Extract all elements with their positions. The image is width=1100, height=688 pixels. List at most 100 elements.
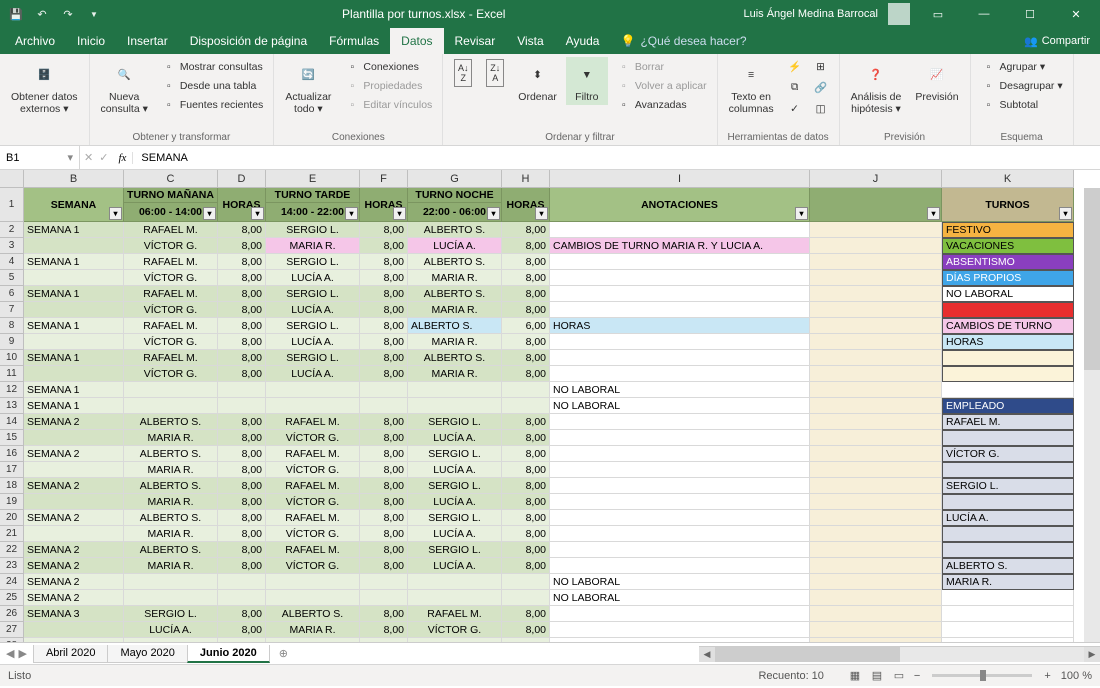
cell[interactable]: ALBERTO S. — [408, 222, 502, 238]
cell[interactable]: 8,00 — [502, 302, 550, 318]
cell[interactable] — [550, 302, 810, 318]
cell[interactable]: 8,00 — [218, 350, 266, 366]
cell[interactable]: SEMANA 1 — [24, 398, 124, 414]
cell[interactable] — [810, 286, 942, 302]
cell[interactable]: 8,00 — [360, 446, 408, 462]
cell[interactable] — [24, 238, 124, 254]
cell[interactable]: VÍCTOR G. — [124, 334, 218, 350]
normal-view-icon[interactable]: ▦ — [844, 667, 866, 685]
cell[interactable]: SEMANA 3 — [24, 606, 124, 622]
zoom-in-icon[interactable]: + — [1040, 670, 1054, 682]
sheet-tab[interactable]: Mayo 2020 — [107, 645, 187, 663]
cell[interactable]: EMPLEADO — [942, 398, 1074, 414]
ribbon-item[interactable]: ▫Desagrupar ▾ — [977, 76, 1067, 95]
ribbon-item[interactable]: ▫Fuentes recientes — [157, 95, 267, 114]
col-head-C[interactable]: C — [124, 170, 218, 188]
validation-button[interactable]: ✓ — [783, 99, 807, 118]
cell[interactable]: SERGIO L. — [266, 254, 360, 270]
cell[interactable] — [942, 542, 1074, 558]
filter-dropdown-icon[interactable]: ▾ — [251, 207, 264, 220]
close-icon[interactable]: ✕ — [1058, 0, 1094, 28]
cell[interactable]: SEMANA 2 — [24, 446, 124, 462]
col-head-D[interactable]: D — [218, 170, 266, 188]
cell[interactable]: 8,00 — [502, 526, 550, 542]
cell[interactable] — [810, 590, 942, 606]
cell[interactable] — [550, 462, 810, 478]
cell[interactable]: SERGIO L. — [124, 638, 218, 642]
cell[interactable] — [266, 398, 360, 414]
cell[interactable]: RAFAEL M. — [266, 542, 360, 558]
cell[interactable] — [360, 590, 408, 606]
cell[interactable]: ALBERTO S. — [124, 510, 218, 526]
filter-dropdown-icon[interactable]: ▾ — [393, 207, 406, 220]
flash-fill-button[interactable]: ⚡ — [783, 57, 807, 76]
ribbon-item[interactable]: ▫Propiedades — [340, 76, 436, 95]
cell[interactable] — [942, 638, 1074, 642]
row-head-6[interactable]: 6 — [0, 286, 24, 302]
ribbon-item[interactable]: ▫Editar vínculos — [340, 95, 436, 114]
tab-disposición-de-página[interactable]: Disposición de página — [179, 28, 318, 54]
cell[interactable]: NO LABORAL — [550, 590, 810, 606]
row-head-1[interactable]: 1 — [0, 188, 24, 222]
forecast-button[interactable]: 📈Previsión — [910, 57, 963, 105]
cell[interactable] — [266, 574, 360, 590]
filter-dropdown-icon[interactable]: ▾ — [1059, 207, 1072, 220]
cell[interactable]: ALBERTO S. — [408, 318, 502, 334]
cell[interactable]: SERGIO L. — [408, 446, 502, 462]
cell[interactable]: 8,00 — [218, 558, 266, 574]
cell[interactable]: 8,00 — [360, 238, 408, 254]
cell[interactable] — [502, 590, 550, 606]
row-head-9[interactable]: 9 — [0, 334, 24, 350]
cell[interactable] — [550, 334, 810, 350]
cell[interactable] — [218, 382, 266, 398]
horizontal-scrollbar[interactable]: ◀ ▶ — [699, 646, 1100, 662]
cell[interactable] — [24, 270, 124, 286]
cell[interactable]: 8,00 — [360, 542, 408, 558]
cell[interactable]: MARIA R. — [124, 494, 218, 510]
row-head-2[interactable]: 2 — [0, 222, 24, 238]
cell[interactable]: SERGIO L. — [266, 222, 360, 238]
cell[interactable]: 8,00 — [218, 638, 266, 642]
row-head-3[interactable]: 3 — [0, 238, 24, 254]
cell[interactable]: 8,00 — [218, 414, 266, 430]
user-avatar[interactable] — [888, 3, 910, 25]
cell[interactable] — [942, 606, 1074, 622]
sort-button[interactable]: ⬍Ordenar — [513, 57, 562, 105]
cell[interactable] — [550, 478, 810, 494]
cell[interactable]: NO LABORAL — [550, 574, 810, 590]
col-head-H[interactable]: H — [502, 170, 550, 188]
refresh-all-button[interactable]: 🔄Actualizar todo ▾ — [280, 57, 336, 117]
remove-dup-button[interactable]: ⧉ — [783, 78, 807, 97]
cell[interactable] — [24, 366, 124, 382]
cell[interactable] — [810, 622, 942, 638]
cell[interactable] — [266, 590, 360, 606]
cell[interactable] — [810, 398, 942, 414]
cell[interactable] — [550, 558, 810, 574]
undo-icon[interactable]: ↶ — [32, 4, 52, 24]
cell[interactable] — [810, 302, 942, 318]
cell[interactable]: 8,00 — [502, 286, 550, 302]
sheet-tab[interactable]: Junio 2020 — [187, 645, 270, 663]
cell[interactable] — [24, 430, 124, 446]
scroll-right-icon[interactable]: ▶ — [1084, 647, 1100, 662]
ribbon-item[interactable]: ▫Subtotal — [977, 95, 1067, 114]
page-layout-icon[interactable]: ▤ — [866, 667, 888, 685]
cell[interactable]: SEMANA 2 — [24, 558, 124, 574]
cell[interactable]: LUCÍA A. — [408, 430, 502, 446]
cell[interactable]: RAFAEL M. — [266, 510, 360, 526]
cell[interactable]: RAFAEL M. — [266, 446, 360, 462]
cell[interactable] — [360, 398, 408, 414]
cell[interactable]: RAFAEL M. — [942, 414, 1074, 430]
cell[interactable]: 8,00 — [218, 462, 266, 478]
cell[interactable]: FESTIVO — [942, 222, 1074, 238]
col-head-K[interactable]: K — [942, 170, 1074, 188]
cell[interactable]: MARIA R. — [124, 526, 218, 542]
filter-button[interactable]: ▼Filtro — [566, 57, 608, 105]
tab-ayuda[interactable]: Ayuda — [555, 28, 611, 54]
cell[interactable]: 8,00 — [502, 510, 550, 526]
cell[interactable]: VÍCTOR G. — [124, 270, 218, 286]
cell[interactable]: SEMANA 3 — [24, 638, 124, 642]
tab-insertar[interactable]: Insertar — [116, 28, 179, 54]
cell[interactable]: ALBERTO S. — [124, 478, 218, 494]
cell[interactable] — [942, 366, 1074, 382]
